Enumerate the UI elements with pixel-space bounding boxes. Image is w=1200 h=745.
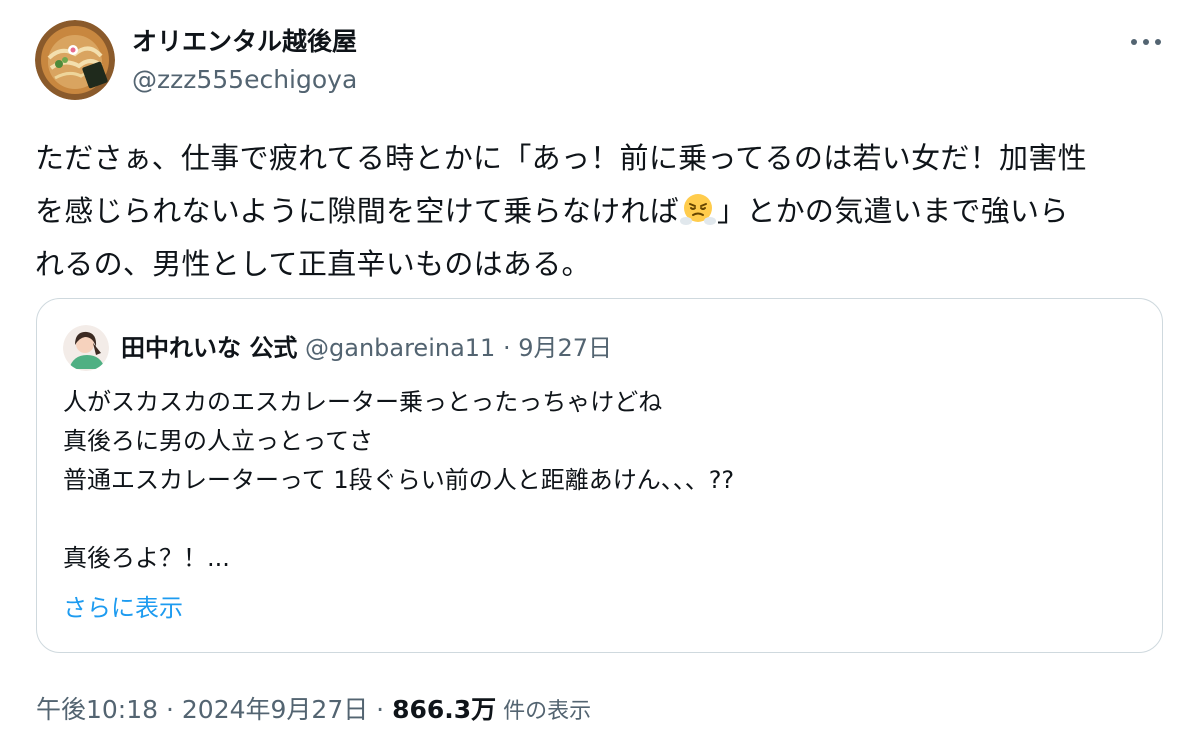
author-display-name[interactable]: オリエンタル越後屋 bbox=[132, 26, 357, 58]
tweet-text-segment: 」とかの気遣いまで強いら bbox=[717, 194, 1069, 228]
author-avatar[interactable] bbox=[35, 20, 115, 100]
quote-text-line: 真後ろよ？！... bbox=[63, 544, 230, 572]
tweet: オリエンタル越後屋 @zzz555echigoya たださぁ、仕事で疲れてる時と… bbox=[0, 0, 1200, 745]
show-more-link[interactable]: さらに表示 bbox=[63, 593, 183, 623]
quote-header-separator: · bbox=[502, 334, 511, 362]
quote-text-line: 真後ろに男の人立っとってさ bbox=[63, 427, 374, 455]
meta-separator: · bbox=[368, 695, 393, 724]
quote-tweet-card[interactable]: 田中れいな 公式 @ganbareina11 · 9月27日 人がスカスカのエス… bbox=[36, 298, 1163, 653]
quote-author-avatar[interactable] bbox=[63, 325, 109, 371]
tweet-text: たださぁ、仕事で疲れてる時とかに「あっ！前に乗ってるのは若い女だ！加害性 を感じ… bbox=[35, 132, 1175, 291]
author-handle[interactable]: @zzz555echigoya bbox=[132, 64, 357, 96]
quote-author-handle[interactable]: @ganbareina11 bbox=[305, 334, 495, 362]
quote-text-line: 人がスカスカのエスカレーター乗っとったっちゃけどね bbox=[63, 388, 663, 416]
ramen-avatar-image bbox=[35, 20, 115, 100]
portrait-avatar-image bbox=[63, 325, 109, 371]
author-info: オリエンタル越後屋 @zzz555echigoya bbox=[132, 26, 357, 96]
tweet-date[interactable]: 2024年9月27日 bbox=[182, 695, 368, 724]
quote-text: 人がスカスカのエスカレーター乗っとったっちゃけどね 真後ろに男の人立っとってさ … bbox=[63, 383, 734, 578]
quote-author-display-name[interactable]: 田中れいな 公式 bbox=[121, 334, 297, 362]
face-with-steam-from-nose-icon bbox=[680, 191, 717, 227]
tweet-text-line: れるの、男性として正直辛いものはある。 bbox=[35, 247, 591, 281]
tweet-text-line: たださぁ、仕事で疲れてる時とかに「あっ！前に乗ってるのは若い女だ！加害性 bbox=[35, 141, 1087, 175]
quote-text-line: 普通エスカレーターって 1段ぐらい前の人と距離あけん、、、?? bbox=[63, 466, 735, 494]
tweet-meta: 午後10:18 · 2024年9月27日 · 866.3万 件の表示 bbox=[36, 694, 591, 728]
tweet-text-segment: を感じられないように隙間を空けて乗らなければ bbox=[35, 194, 680, 228]
views-count[interactable]: 866.3万 bbox=[392, 695, 496, 724]
more-options-button[interactable] bbox=[1126, 26, 1166, 58]
more-dots-icon bbox=[1131, 39, 1161, 45]
tweet-time[interactable]: 午後10:18 bbox=[36, 695, 158, 724]
meta-separator: · bbox=[158, 695, 182, 724]
quote-date[interactable]: 9月27日 bbox=[518, 334, 612, 362]
views-label: 件の表示 bbox=[496, 699, 592, 724]
quote-header: 田中れいな 公式 @ganbareina11 · 9月27日 bbox=[121, 333, 612, 363]
tweet-text-line: を感じられないように隙間を空けて乗らなければ 」とかの気遣いまで強いら bbox=[35, 185, 1175, 238]
quote-text-line bbox=[63, 500, 734, 539]
